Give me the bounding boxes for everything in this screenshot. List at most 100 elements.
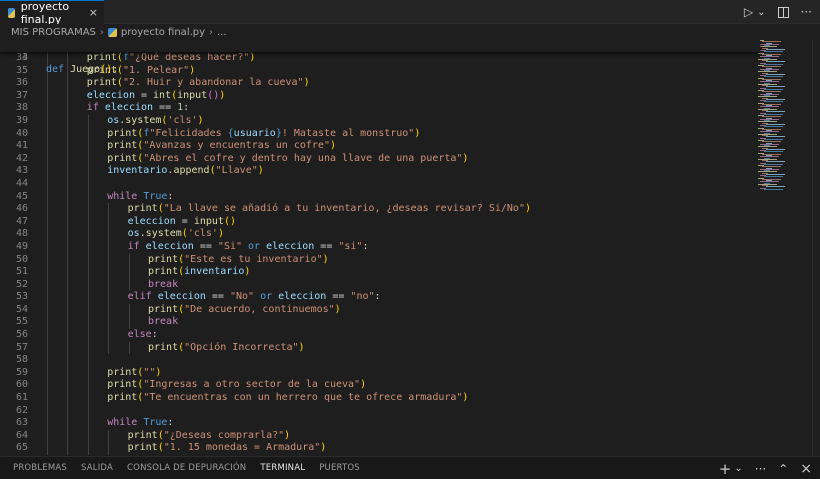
close-icon[interactable]: × [800,461,812,477]
vertical-scrollbar[interactable] [812,40,820,456]
builtin-token: or [242,240,267,252]
code-text: eleccion = input() [128,216,236,229]
indent-guide [87,114,89,128]
code-text: print("La llave se añadió a tu inventari… [128,203,531,216]
code-line[interactable]: 59 print("") [0,366,760,380]
code-line[interactable]: 48 os.system('cls') [0,228,760,241]
code-line[interactable]: 38 if eleccion == 1: [0,102,760,115]
code-line[interactable]: 55 break [0,316,760,330]
code-line[interactable]: 61 print("Te encuentras con un herrero qu… [0,392,760,405]
line-number: 39 [15,114,28,126]
code-line[interactable]: 41 print("Avanzas y encuentras un cofre") [0,140,760,153]
python-file-icon [8,7,15,18]
code-line[interactable]: 64 print("¿Deseas comprarla?") [0,429,760,443]
code-line[interactable]: 36 print("2. Huir y abandonar la cueva") [0,77,760,90]
code-line[interactable]: 44 [0,177,760,191]
code-text: print("Te encuentras con un herrero que … [107,392,468,405]
more-actions-icon[interactable]: ··· [801,5,812,19]
bracket-token: ) [189,64,196,76]
indent-guide [87,329,89,342]
indent-guide [67,190,69,204]
code-text: inventario.append("Llave") [107,165,264,178]
tab-proyecto-final[interactable]: proyecto final.py × [0,0,104,26]
string-token: "Opción Incorrecta" [184,341,299,353]
code-line[interactable]: 54 print("De acuerdo, continuemos") [0,303,760,317]
indent-guide [87,127,89,141]
code-line[interactable]: 40 print(f"Felicidades {usuario}! Mataste… [0,127,760,141]
indent-guide [67,303,69,317]
code-line[interactable]: 34 print(f"¿Qué deseas hacer?") [0,52,760,65]
code-line[interactable]: 43 inventario.append("Llave") [0,165,760,178]
string-token: "Avanzas y encuentras un cofre" [143,140,330,152]
tab-title: proyecto final.py [20,0,70,26]
function-token: print [107,392,138,404]
variable-token: os [127,228,140,240]
minimap-line [766,173,785,175]
code-line[interactable]: 60 print("Ingresas a otro sector de la cu… [0,379,760,393]
add-terminal-icon[interactable]: + [719,460,732,478]
tab-terminal[interactable]: TERMINAL [253,457,313,479]
indent-guide [128,278,130,292]
code-line[interactable]: 49 if eleccion == "Si" or eleccion == "si… [0,240,760,254]
minimap-line [766,161,785,163]
line-number: 49 [15,240,28,252]
code-line[interactable]: 56 else: [0,329,760,342]
more-actions-icon[interactable]: ··· [755,462,766,476]
maximize-panel-icon[interactable]: ⌃ [778,462,788,476]
indent-guide [67,266,69,279]
indent-guide [128,341,130,355]
code-line[interactable]: 37 eleccion = int(input()) [0,89,760,103]
split-editor-icon[interactable] [777,6,789,18]
code-line[interactable]: 47 eleccion = input() [0,215,760,229]
code-line[interactable]: 53 elif eleccion == "No" or eleccion == "… [0,291,760,304]
tab-consola-depuracion[interactable]: CONSOLA DE DEPURACIÓN [120,457,253,479]
editor-tab-bar: proyecto final.py × ▷ ⌄ ··· [0,0,820,26]
code-line[interactable]: 52 break [0,278,760,292]
code-text: break [148,316,178,329]
run-icon[interactable]: ▷ [744,5,753,19]
close-icon[interactable]: × [89,6,98,19]
bracket-token: ) [155,366,162,378]
bracket-token: ) [320,442,327,454]
keyword-token: if [127,240,146,252]
indent-guide [67,215,69,229]
code-line[interactable]: 63 while True: [0,417,760,430]
minimap[interactable] [756,40,812,190]
function-token: input [177,89,208,101]
indent-guide [47,316,48,330]
line-number: 50 [15,253,28,265]
line-number: 52 [15,278,28,290]
indent-guide [67,52,69,65]
code-editor[interactable]: 3 def Juego(): 34 print(f"¿Qué deseas hac… [0,40,820,456]
string-token: 'cls' [167,114,198,126]
code-line[interactable]: 50 print("Este es tu inventario") [0,253,760,267]
tab-salida[interactable]: SALIDA [74,457,120,479]
breadcrumb-folder[interactable]: MIS PROGRAMAS [11,27,96,38]
code-line[interactable]: 65 print("1. 15 monedas = Armadura") [0,442,760,455]
code-line[interactable]: 46 print("La llave se añadió a tu inventa… [0,203,760,216]
indent-guide [108,341,110,355]
code-line[interactable]: 51 print(inventario) [0,266,760,279]
indent-guide [128,253,130,267]
tab-problemas[interactable]: PROBLEMAS [0,457,74,479]
indent-guide [67,240,69,254]
tab-puertos[interactable]: PUERTOS [312,457,367,479]
function-token: print [107,379,138,391]
breadcrumb-file[interactable]: proyecto final.py [121,27,205,38]
code-line[interactable]: 57 print("Opción Incorrecta") [0,341,760,355]
line-number: 41 [15,140,28,152]
breadcrumb-symbols[interactable]: ... [217,27,227,38]
minimap-line [764,163,783,165]
chevron-down-icon[interactable]: ⌄ [734,463,742,474]
code-line[interactable]: 39 os.system('cls') [0,114,760,128]
chevron-down-icon[interactable]: ⌄ [757,7,765,18]
code-line[interactable]: 42 print("Abres el cofre y dentro hay una… [0,152,760,166]
code-line[interactable]: 62 [0,404,760,418]
code-line[interactable]: 45 while True: [0,190,760,204]
keyword-token: break [148,316,179,328]
sticky-scroll-header[interactable]: 3 def Juego(): [0,40,760,75]
function-token: print [127,429,158,441]
indent-guide [87,190,89,204]
function-token: system [145,228,182,240]
code-line[interactable]: 58 [0,354,760,367]
